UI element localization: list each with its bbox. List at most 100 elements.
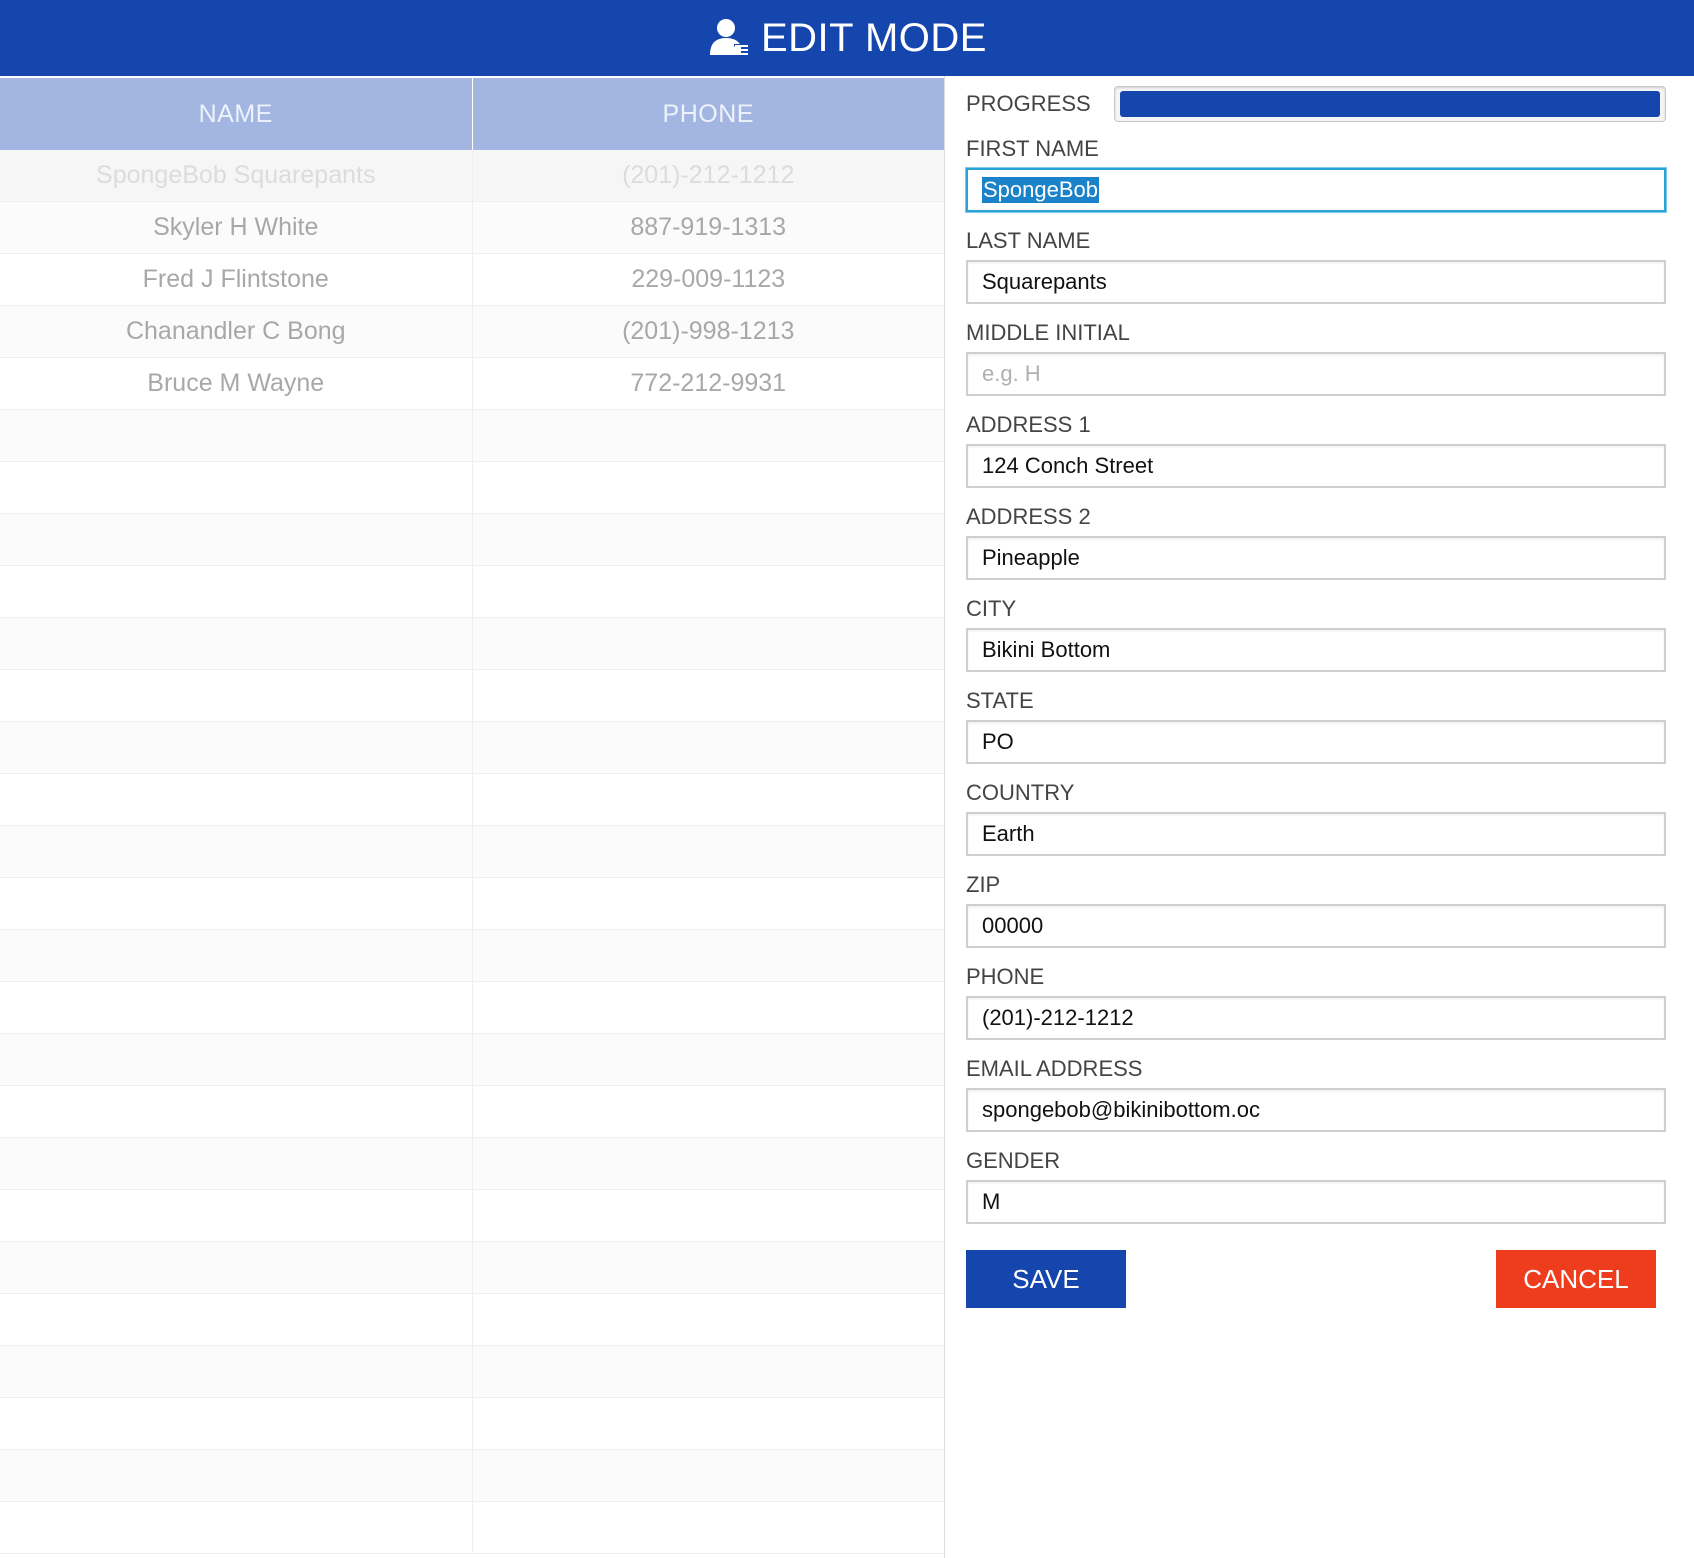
table-row[interactable]: SpongeBob Squarepants (201)-212-1212 [0,150,944,202]
field-city: CITY Bikini Bottom [966,590,1666,682]
column-header-phone[interactable]: PHONE [471,78,945,150]
country-value: Earth [982,821,1035,846]
address-2-input[interactable]: Pineapple [966,536,1666,580]
email-address-value: spongebob@bikinibottom.oc [982,1097,1260,1122]
form-actions: SAVE CANCEL [966,1250,1666,1308]
empty-cell [0,1294,472,1345]
empty-table-row [0,566,944,618]
zip-input[interactable]: 00000 [966,904,1666,948]
empty-cell [0,826,472,877]
empty-cell [0,1086,472,1137]
empty-cell [471,878,945,929]
empty-cell [471,462,945,513]
empty-cell [471,1034,945,1085]
empty-table-row [0,1502,944,1554]
empty-cell [471,1086,945,1137]
empty-cell [0,982,472,1033]
table-row[interactable]: Fred J Flintstone 229-009-1123 [0,254,944,306]
empty-cell [471,670,945,721]
first-name-value: SpongeBob [982,177,1099,203]
email-address-label: EMAIL ADDRESS [966,1056,1143,1081]
empty-cell [0,514,472,565]
empty-cell [0,618,472,669]
empty-cell [471,982,945,1033]
cell-phone: 229-009-1123 [471,254,945,305]
middle-initial-placeholder: e.g. H [982,361,1041,386]
field-first-name: FIRST NAME SpongeBob [966,130,1666,222]
zip-value: 00000 [982,913,1044,938]
cell-phone: (201)-998-1213 [471,306,945,357]
cancel-button[interactable]: CANCEL [1496,1250,1656,1308]
address-1-input[interactable]: 124 Conch Street [966,444,1666,488]
empty-cell [471,1346,945,1397]
cell-name: Fred J Flintstone [142,265,329,293]
empty-cell [0,1346,472,1397]
empty-table-row [0,826,944,878]
empty-cell [0,1450,472,1501]
empty-table-row [0,982,944,1034]
progress-row: PROGRESS [966,86,1666,122]
country-input[interactable]: Earth [966,812,1666,856]
empty-cell [471,1138,945,1189]
empty-cell [0,566,472,617]
cell-name: Skyler H White [153,213,319,241]
country-label: COUNTRY [966,780,1075,805]
city-input[interactable]: Bikini Bottom [966,628,1666,672]
empty-table-row [0,1450,944,1502]
table-body: SpongeBob Squarepants (201)-212-1212 Skyle… [0,150,944,1554]
save-button[interactable]: SAVE [966,1250,1126,1308]
empty-cell [0,878,472,929]
table-row[interactable]: Skyler H White 887-919-1313 [0,202,944,254]
empty-table-row [0,774,944,826]
empty-cell [0,1034,472,1085]
empty-cell [0,774,472,825]
city-label: CITY [966,596,1017,621]
field-state: STATE PO [966,682,1666,774]
table-header: NAME PHONE [0,76,944,150]
edit-form: PROGRESS FIRST NAME SpongeBob LAST NAME Squ… [946,76,1694,1558]
last-name-input[interactable]: Squarepants [966,260,1666,304]
empty-cell [0,1242,472,1293]
empty-cell [0,1502,472,1553]
table-row[interactable]: Chanandler C Bong (201)-998-1213 [0,306,944,358]
empty-table-row [0,618,944,670]
empty-cell [0,1398,472,1449]
empty-table-row [0,514,944,566]
address-2-label: ADDRESS 2 [966,504,1091,529]
address-1-label: ADDRESS 1 [966,412,1091,437]
phone-input[interactable]: (201)-212-1212 [966,996,1666,1040]
empty-table-row [0,670,944,722]
gender-input[interactable]: M [966,1180,1666,1224]
field-address-2: ADDRESS 2 Pineapple [966,498,1666,590]
first-name-input[interactable]: SpongeBob [966,168,1666,212]
empty-table-row [0,1086,944,1138]
zip-label: ZIP [966,872,1001,897]
middle-initial-label: MIDDLE INITIAL [966,320,1130,345]
last-name-label: LAST NAME [966,228,1091,253]
app-window: EDIT MODE NAME PHONE SpongeBob Squarepan… [0,0,1694,1558]
cell-name: Chanandler C Bong [125,317,346,345]
empty-cell [471,1450,945,1501]
empty-cell [0,462,472,513]
column-header-name[interactable]: NAME [0,78,472,150]
email-address-input[interactable]: spongebob@bikinibottom.oc [966,1088,1666,1132]
empty-table-row [0,1034,944,1086]
field-address-1: ADDRESS 1 124 Conch Street [966,406,1666,498]
empty-cell [0,1190,472,1241]
empty-cell [471,1242,945,1293]
cell-name: SpongeBob Squarepants [96,161,376,189]
middle-initial-input[interactable]: e.g. H [966,352,1666,396]
empty-table-row [0,462,944,514]
state-input[interactable]: PO [966,720,1666,764]
cell-name: Bruce M Wayne [147,369,325,397]
empty-table-row [0,1294,944,1346]
last-name-value: Squarepants [982,269,1107,294]
empty-table-row [0,930,944,982]
contacts-table: NAME PHONE SpongeBob Squarepants (201)-21… [0,76,945,1558]
form-fields: FIRST NAME SpongeBob LAST NAME Squarepants M… [966,130,1666,1234]
progress-label: PROGRESS [966,91,1091,116]
table-row[interactable]: Bruce M Wayne 772-212-9931 [0,358,944,410]
empty-table-row [0,1346,944,1398]
empty-cell [471,410,945,461]
cell-phone: 772-212-9931 [471,358,945,409]
